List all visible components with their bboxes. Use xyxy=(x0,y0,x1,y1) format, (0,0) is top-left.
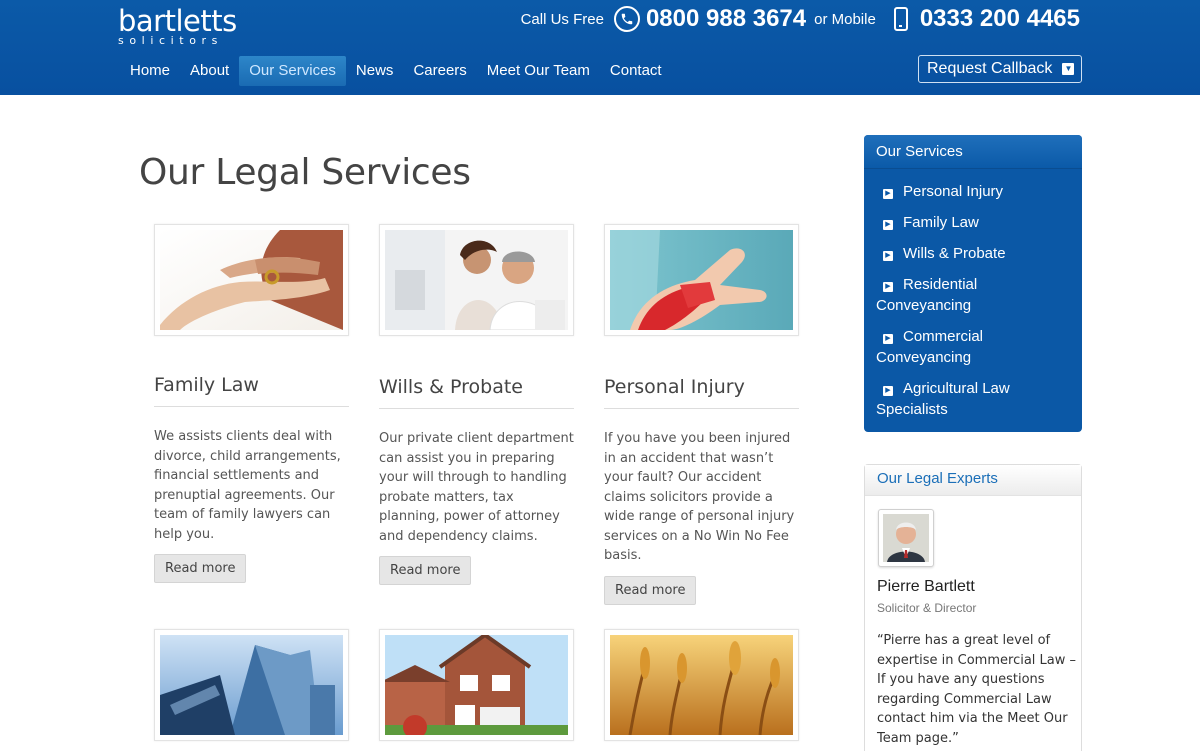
triangle-right-icon: ▶ xyxy=(883,251,893,261)
read-more-button[interactable]: Read more xyxy=(604,575,697,605)
sidebar-item-label: Family Law xyxy=(903,214,979,231)
service-card-title: Wills & Probate xyxy=(379,376,574,409)
caret-down-icon: ▼ xyxy=(1062,63,1075,75)
expert-quote: “Pierre has a great level of expertise i… xyxy=(877,633,1077,746)
commercial-building-image[interactable] xyxy=(154,629,349,741)
site-header: bartletts solicitors Call Us Free 0800 9… xyxy=(0,0,1200,95)
service-card-title: Family Law xyxy=(154,374,349,407)
nav-item-our-services[interactable]: Our Services xyxy=(239,56,346,86)
nav-item-home[interactable]: Home xyxy=(120,56,180,86)
logo-wordmark: bartletts xyxy=(118,4,237,38)
triangle-right-icon: ▶ xyxy=(883,386,893,396)
nav-item-about[interactable]: About xyxy=(180,56,239,86)
nav-item-meet-our-team[interactable]: Meet Our Team xyxy=(477,56,600,86)
read-more-button[interactable]: Read more xyxy=(379,556,472,585)
nav-item-contact[interactable]: Contact xyxy=(600,56,672,86)
sidebar-item-residential-conveyancing[interactable]: ▶ Residential Conveyancing xyxy=(876,274,1070,316)
service-card-family-law: Family Law We assists clients deal with … xyxy=(154,224,349,583)
logo-subtitle: solicitors xyxy=(118,34,223,47)
service-card-description: If you have you been injured in an accid… xyxy=(604,431,795,563)
triangle-right-icon: ▶ xyxy=(883,189,893,199)
sidebar-services-list: ▶ Personal Injury ▶ Family Law ▶ Wills & Pr… xyxy=(864,169,1082,420)
phone-icon xyxy=(613,6,640,32)
service-card-description: Our private client department can assist… xyxy=(379,431,574,544)
call-us-label: Call Us Free xyxy=(520,10,604,28)
wills-probate-image[interactable] xyxy=(379,224,574,336)
phone-free-number[interactable]: 0800 988 3674 xyxy=(646,5,806,33)
nav-item-news[interactable]: News xyxy=(346,56,404,86)
triangle-right-icon: ▶ xyxy=(883,220,893,230)
page-title: Our Legal Services xyxy=(139,152,471,193)
service-card-title: Personal Injury xyxy=(604,376,799,409)
service-card-wills-probate: Wills & Probate Our private client depar… xyxy=(379,224,574,585)
phone-mobile-number[interactable]: 0333 200 4465 xyxy=(920,5,1080,33)
wheat-field-image[interactable] xyxy=(604,629,799,741)
legal-experts-title: Our Legal Experts xyxy=(865,465,1081,496)
legal-experts-panel: Our Legal Experts Pierre Bartlett Solici… xyxy=(864,464,1082,751)
sidebar-item-label: Wills & Probate xyxy=(903,245,1006,262)
sidebar-item-commercial-conveyancing[interactable]: ▶ Commercial Conveyancing xyxy=(876,326,1016,368)
or-mobile-label: or Mobile xyxy=(814,10,876,28)
nav-item-careers[interactable]: Careers xyxy=(403,56,476,86)
request-callback-button[interactable]: Request Callback ▼ xyxy=(918,55,1082,83)
sidebar-item-personal-injury[interactable]: ▶ Personal Injury xyxy=(876,181,1070,202)
sidebar-item-agricultural-law[interactable]: ▶ Agricultural Law Specialists xyxy=(876,378,1026,420)
residential-house-image[interactable] xyxy=(379,629,574,741)
service-card-description: We assists clients deal with divorce, ch… xyxy=(154,429,341,542)
site-logo[interactable]: bartletts solicitors xyxy=(118,6,237,47)
sidebar-item-label: Agricultural Law Specialists xyxy=(876,380,1010,418)
expert-role: Solicitor & Director xyxy=(877,601,977,615)
sidebar-services-panel: Our Services ▶ Personal Injury ▶ Family La… xyxy=(864,135,1082,432)
phone-bar: Call Us Free 0800 988 3674 or Mobile 033… xyxy=(521,3,1080,35)
family-law-image[interactable] xyxy=(154,224,349,336)
expert-name: Pierre Bartlett xyxy=(877,578,975,595)
service-card-personal-injury: Personal Injury If you have you been inj… xyxy=(604,224,799,605)
triangle-right-icon: ▶ xyxy=(883,334,893,344)
avatar[interactable] xyxy=(878,509,934,567)
personal-injury-image[interactable] xyxy=(604,224,799,336)
service-card-residential xyxy=(379,629,574,741)
sidebar-services-title: Our Services xyxy=(864,135,1082,169)
main-nav: Home About Our Services News Careers Mee… xyxy=(120,56,672,86)
read-more-button[interactable]: Read more xyxy=(154,554,247,583)
mobile-icon xyxy=(893,7,908,31)
sidebar-item-wills-probate[interactable]: ▶ Wills & Probate xyxy=(876,243,1070,264)
request-callback-label: Request Callback xyxy=(927,60,1053,77)
sidebar-item-label: Personal Injury xyxy=(903,183,1004,200)
triangle-right-icon: ▶ xyxy=(883,282,893,292)
service-card-agricultural xyxy=(604,629,799,741)
service-card-commercial xyxy=(154,629,349,741)
sidebar-item-family-law[interactable]: ▶ Family Law xyxy=(876,212,1070,233)
